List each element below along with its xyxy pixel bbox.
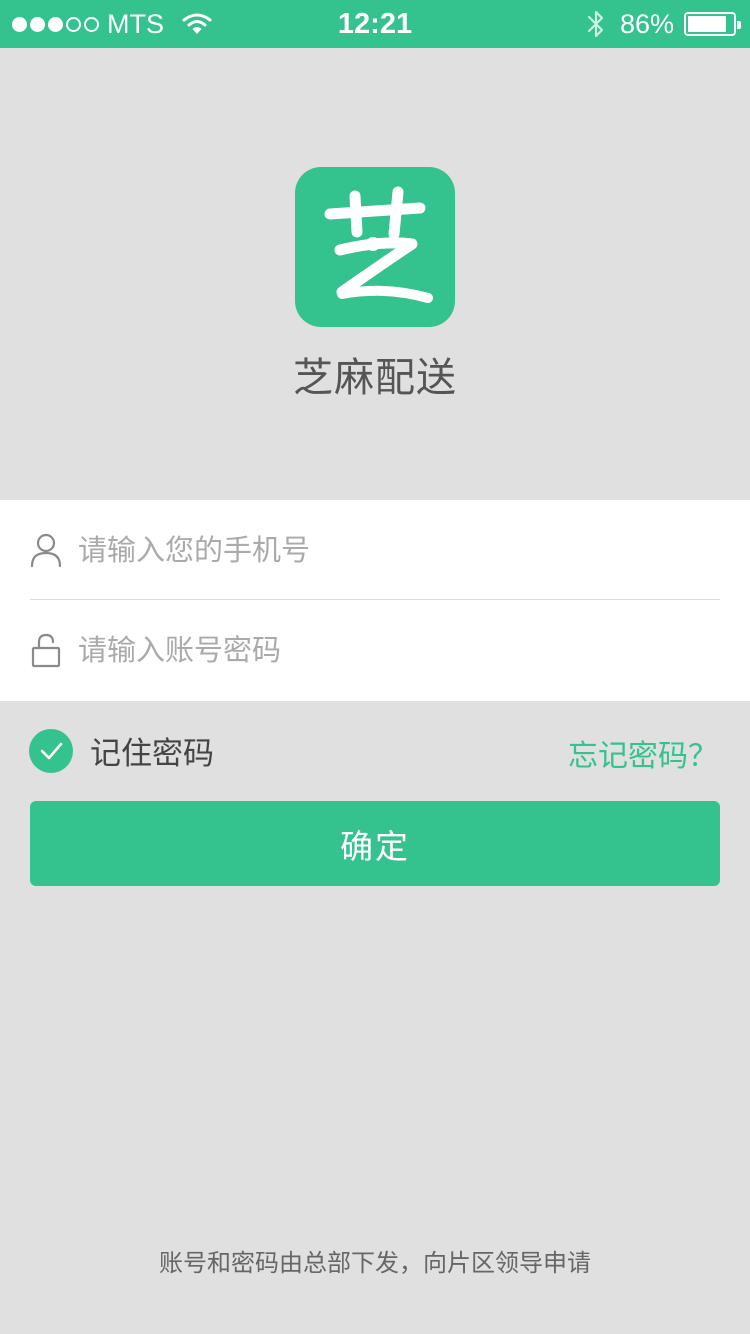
battery-percent: 86% [619, 8, 674, 39]
phone-field [0, 500, 750, 600]
check-icon [40, 742, 63, 759]
check-circle[interactable] [29, 728, 73, 773]
user-icon [30, 533, 62, 568]
app-logo-glyph [324, 186, 433, 303]
bluetooth-icon [587, 10, 604, 38]
battery-cap [737, 21, 741, 29]
footer-note: 账号和密码由总部下发，向片区领导申请 [159, 1249, 591, 1277]
lock-icon [31, 633, 61, 668]
confirm-button[interactable]: 确定 [30, 801, 720, 886]
battery-icon [684, 12, 741, 36]
forgot-password-link[interactable]: 忘记密码？ [568, 731, 718, 775]
remember-password-label: 记住密码 [90, 736, 214, 772]
battery-fill [688, 16, 726, 32]
status-bar: MTS 12:21 86% [0, 0, 750, 48]
app-name: 芝麻配送 [293, 355, 457, 401]
remember-password-checkbox[interactable]: 记住密码 [29, 728, 214, 773]
status-right: 86% [586, 0, 741, 48]
password-field [0, 600, 750, 700]
password-input[interactable] [78, 620, 718, 680]
login-form [0, 500, 750, 701]
app-logo [295, 167, 455, 327]
login-options: 记住密码 忘记密码？ [0, 725, 750, 775]
phone-input[interactable] [78, 520, 718, 580]
